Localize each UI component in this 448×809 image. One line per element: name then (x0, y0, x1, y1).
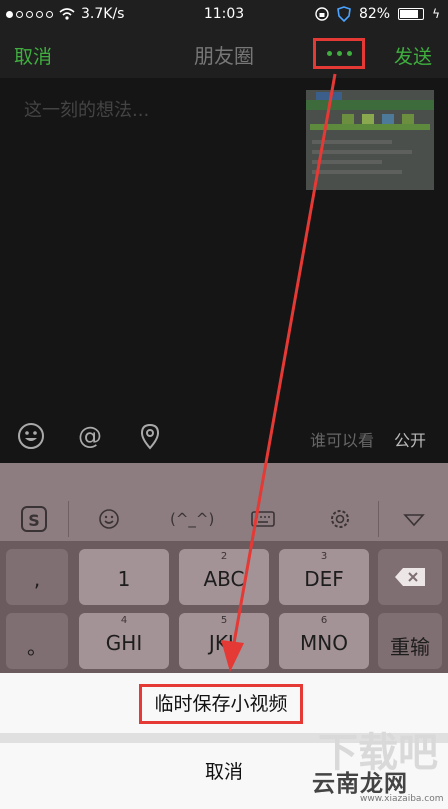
annotation-arrow (221, 73, 337, 672)
